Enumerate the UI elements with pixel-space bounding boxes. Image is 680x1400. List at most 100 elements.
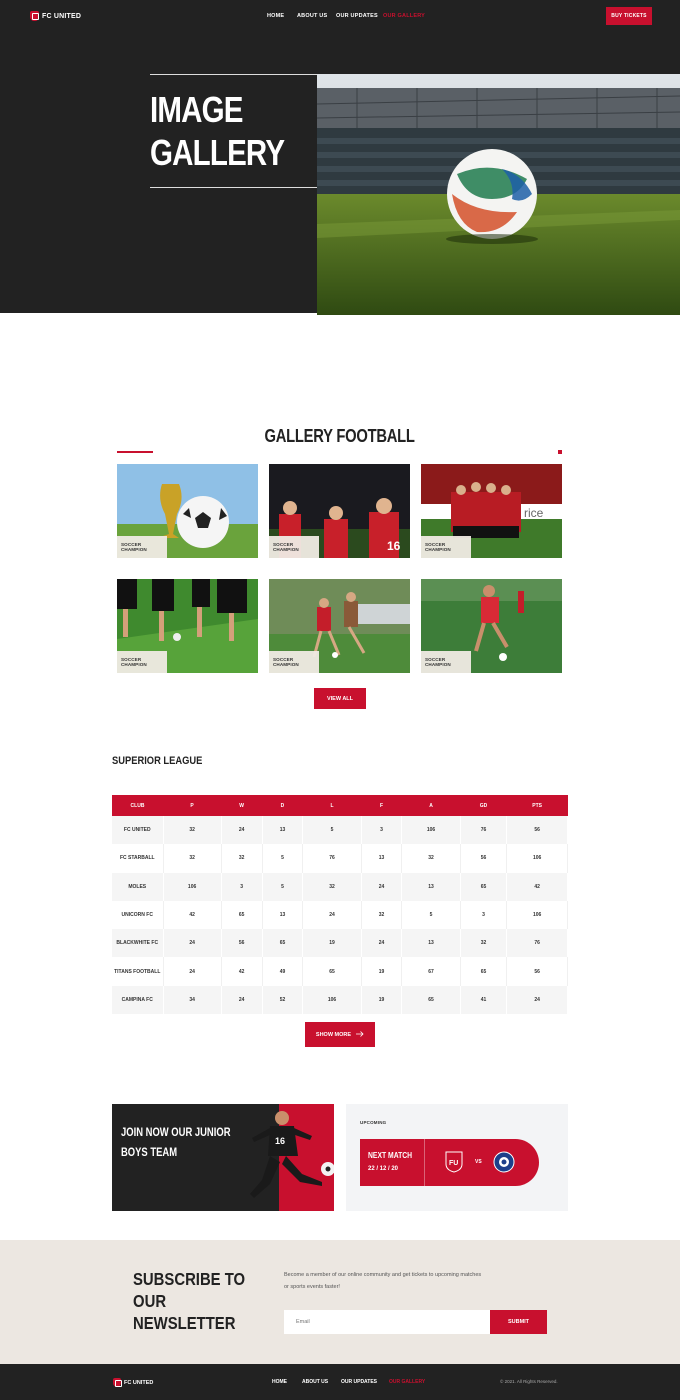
show-more-label: SHOW MORE (315, 1031, 352, 1038)
vs-label: VS (475, 1159, 482, 1165)
stat-cell: 3 (460, 900, 508, 930)
stat-cell: 67 (401, 957, 461, 986)
next-match-label: NEXT MATCH (368, 1151, 413, 1160)
stat-cell: 24 (506, 985, 568, 1015)
club-name-cell: FC UNITED (112, 816, 164, 845)
stat-cell: 52 (262, 985, 304, 1015)
stat-cell: 32 (163, 816, 222, 845)
gallery-item[interactable]: SOCCER CHAMPION (117, 464, 258, 558)
nav-our-gallery[interactable]: OUR GALLERY (383, 13, 425, 19)
stat-cell: 42 (163, 900, 222, 930)
stat-cell: 5 (262, 844, 304, 873)
stat-cell: 65 (460, 957, 508, 986)
gallery-accent-square (558, 450, 562, 454)
stat-cell: 32 (221, 844, 263, 873)
upcoming-label: UPCOMING (360, 1120, 387, 1125)
nav-about-us[interactable]: ABOUT US (297, 13, 327, 19)
stat-cell: 65 (302, 957, 362, 986)
col-goal-diff: GD (460, 795, 507, 816)
stat-cell: 13 (401, 872, 461, 901)
newsletter-submit-button[interactable]: SUBMIT (490, 1310, 547, 1334)
view-all-button[interactable]: VIEW ALL (314, 688, 366, 709)
stat-cell: 106 (506, 900, 568, 930)
stat-cell: 19 (361, 985, 403, 1015)
junior-player-image: 16 (250, 1111, 334, 1198)
stat-cell: 106 (506, 844, 568, 873)
stat-cell: 19 (302, 929, 362, 958)
stat-cell: 13 (401, 929, 461, 958)
stat-cell: 56 (506, 957, 568, 986)
col-drawn: D (262, 795, 303, 816)
footer-nav-home[interactable]: HOME (272, 1379, 287, 1385)
gallery-item[interactable]: SOCCER CHAMPION (117, 579, 258, 673)
col-for: F (361, 795, 402, 816)
stat-cell: 56 (506, 816, 568, 845)
gallery-item[interactable]: SOCCER CHAMPION (269, 579, 410, 673)
stat-cell: 24 (221, 985, 263, 1015)
nav-home[interactable]: HOME (267, 13, 284, 19)
footer-nav-about-us[interactable]: ABOUT US (302, 1379, 328, 1385)
newsletter-description: Become a member of our online community … (284, 1272, 482, 1290)
club-name-cell: CAMPINA FC (112, 985, 164, 1015)
table-row: FC STARBALL 32 32 5 76 13 32 56 106 (112, 844, 568, 873)
stat-cell: 32 (361, 900, 403, 930)
league-table: CLUB P W D L F A GD PTS FC UNITED 32 24 13 5… (112, 795, 568, 1015)
svg-text:FU: FU (449, 1160, 458, 1167)
hero-top-divider (150, 74, 318, 75)
stat-cell: 65 (401, 985, 461, 1015)
gallery-accent-bar (117, 451, 153, 453)
stat-cell: 32 (163, 844, 222, 873)
stat-cell: 3 (361, 816, 403, 845)
newsletter-email-input[interactable] (284, 1310, 490, 1334)
buy-tickets-button[interactable]: BUY TICKETS (606, 7, 652, 25)
club-name-cell: MOLES (112, 872, 164, 901)
stat-cell: 49 (262, 957, 304, 986)
league-title: SUPERIOR LEAGUE (112, 755, 203, 767)
stat-cell: 3 (221, 872, 263, 901)
copyright: © 2021. All Rights Reserved. (500, 1379, 558, 1384)
footer-nav-our-gallery[interactable]: OUR GALLERY (389, 1379, 425, 1385)
stat-cell: 41 (460, 985, 508, 1015)
footer-nav-our-updates[interactable]: OUR UPDATES (341, 1379, 377, 1385)
home-team-crest-icon: FU (445, 1151, 463, 1173)
junior-team-banner[interactable]: JOIN NOW OUR JUNIOR BOYS TEAM 16 (112, 1104, 334, 1211)
stat-cell: 13 (262, 900, 304, 930)
away-team-crest-icon (493, 1151, 515, 1173)
gallery-title: GALLERY FOOTBALL (0, 426, 680, 447)
table-row: UNICORN FC 42 65 13 24 32 5 3 106 (112, 900, 568, 930)
gallery-item[interactable]: rice SOCCER CHAMPION (421, 464, 562, 558)
stat-cell: 19 (361, 957, 403, 986)
league-header-row: CLUB P W D L F A GD PTS (112, 795, 568, 816)
col-points: PTS (506, 795, 568, 816)
stat-cell: 106 (401, 816, 461, 845)
main-menu: HOME ABOUT US OUR UPDATES OUR GALLERY (0, 13, 680, 21)
stat-cell: 32 (302, 872, 362, 901)
site-footer: FC UNITED HOME ABOUT US OUR UPDATES OUR … (0, 1364, 680, 1400)
gallery-item[interactable]: 16 SOCCER CHAMPION (269, 464, 410, 558)
col-club: CLUB (112, 795, 163, 816)
club-name-cell: BLACKWHITE FC (112, 929, 164, 958)
col-won: W (221, 795, 263, 816)
club-name-cell: TITANS FOOTBALL (112, 957, 164, 986)
stat-cell: 5 (302, 816, 362, 845)
stat-cell: 24 (361, 872, 403, 901)
table-row: TITANS FOOTBALL 24 42 49 65 19 67 65 56 (112, 957, 568, 986)
nav-our-updates[interactable]: OUR UPDATES (336, 13, 378, 19)
hero-bottom-divider (150, 187, 318, 188)
stat-cell: 24 (221, 816, 263, 845)
gallery-item[interactable]: SOCCER CHAMPION (421, 579, 562, 673)
show-more-button[interactable]: SHOW MORE (305, 1022, 375, 1047)
stat-cell: 5 (262, 872, 304, 901)
gallery-item-caption: SOCCER CHAMPION (269, 651, 319, 673)
junior-line2: BOYS TEAM (121, 1147, 178, 1159)
svg-text:rice: rice (524, 506, 544, 520)
table-row: CAMPINA FC 34 24 52 106 19 65 41 24 (112, 985, 568, 1015)
stat-cell: 56 (221, 929, 263, 958)
newsletter-title-line1: SUBSCRIBE TO OUR (133, 1269, 246, 1311)
stat-cell: 5 (401, 900, 461, 930)
arrow-right-icon (356, 1030, 364, 1039)
footer-logo[interactable]: FC UNITED (113, 1378, 153, 1387)
club-name-cell: FC STARBALL (112, 844, 164, 873)
next-match-panel[interactable]: NEXT MATCH 22 / 12 / 20 FU VS (360, 1139, 539, 1186)
footer-logo-text: FC UNITED (124, 1379, 154, 1386)
